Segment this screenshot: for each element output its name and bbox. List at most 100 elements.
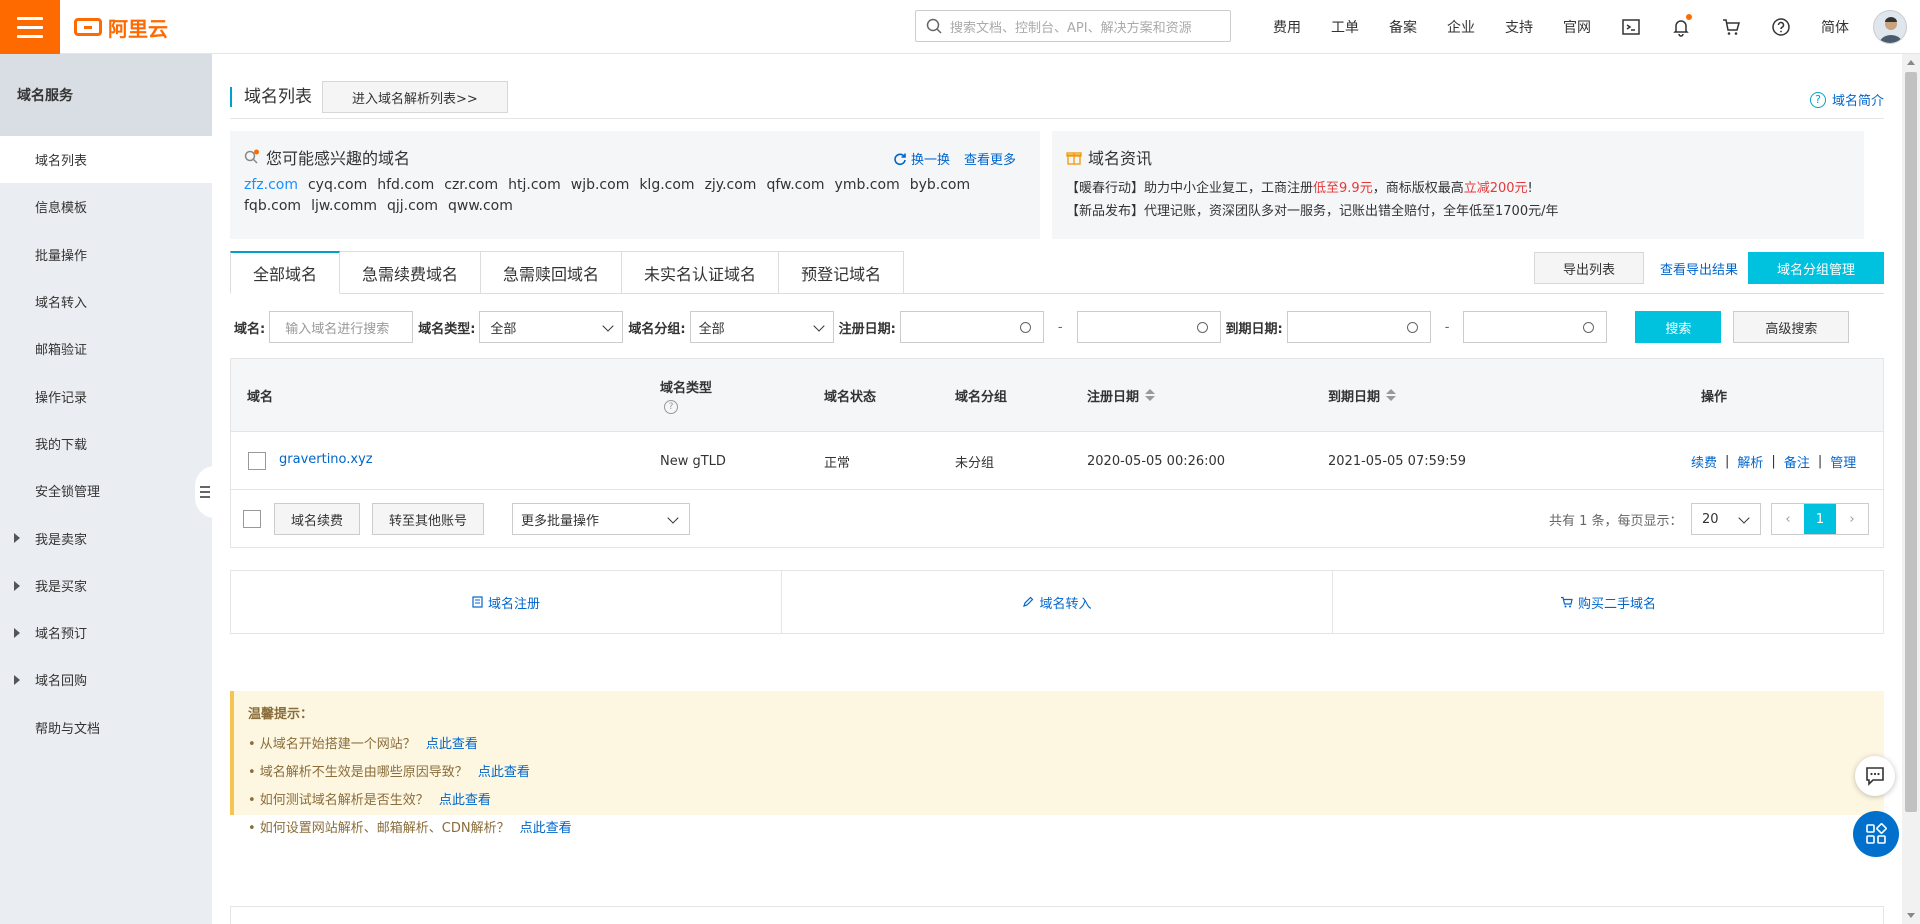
exp-date-start-input[interactable]: [1286, 311, 1431, 343]
exp-date-end-input[interactable]: [1463, 311, 1608, 343]
domain-link[interactable]: gravertino.xyz: [279, 452, 373, 467]
sidebar-item-buyback[interactable]: 域名回购: [0, 656, 212, 703]
sidebar-item-batch[interactable]: 批量操作: [0, 231, 212, 278]
sidebar-item-help-docs[interactable]: 帮助与文档: [0, 704, 212, 751]
chat-icon[interactable]: [1855, 756, 1895, 796]
transfer-account-button[interactable]: 转至其他账号: [372, 503, 485, 535]
reg-date-start-input[interactable]: [899, 311, 1044, 343]
bell-icon[interactable]: [1656, 0, 1706, 54]
sort-icon[interactable]: [1145, 389, 1156, 401]
tab-renew-urgent[interactable]: 急需续费域名: [340, 251, 482, 294]
apps-icon[interactable]: [1853, 811, 1899, 857]
sidebar-item-reserve[interactable]: 域名预订: [0, 609, 212, 656]
suggested-domain[interactable]: hfd.com: [377, 177, 434, 193]
suggested-domain[interactable]: ymb.com: [835, 177, 900, 193]
transfer-in-link[interactable]: 域名转入: [782, 571, 1333, 633]
domain-search-input[interactable]: 输入域名进行搜索: [269, 311, 414, 343]
goto-dns-list-button[interactable]: 进入域名解析列表>>: [322, 81, 508, 113]
suggested-domain[interactable]: zfz.com: [244, 177, 298, 193]
suggested-domain[interactable]: ljw.comm: [311, 198, 377, 214]
register-domain-link[interactable]: 域名注册: [231, 571, 782, 633]
buy-used-domain-link[interactable]: 购买二手域名: [1333, 571, 1883, 633]
page-scrollbar[interactable]: [1902, 54, 1920, 924]
page-button-current[interactable]: 1: [1804, 504, 1836, 534]
domain-group-select[interactable]: 全部: [689, 311, 834, 343]
remark-link[interactable]: 备注: [1784, 452, 1810, 471]
sidebar-item-downloads[interactable]: 我的下载: [0, 420, 212, 467]
sidebar-item-buyer[interactable]: 我是买家: [0, 562, 212, 609]
prev-page-button[interactable]: ‹: [1772, 504, 1804, 534]
suggested-domain[interactable]: fqb.com: [244, 198, 301, 214]
bottom-panel: [230, 906, 1884, 924]
terminal-icon[interactable]: [1606, 0, 1656, 54]
renew-link[interactable]: 续费: [1691, 452, 1717, 471]
domain-intro-link[interactable]: ? 域名简介: [1809, 90, 1884, 109]
col-exp-date[interactable]: 到期日期: [1328, 359, 1397, 431]
tab-redeem-urgent[interactable]: 急需赎回域名: [481, 251, 623, 294]
language-switch[interactable]: 简体: [1806, 17, 1864, 37]
search-button[interactable]: 搜索: [1635, 311, 1722, 343]
tab-unverified[interactable]: 未实名认证域名: [622, 251, 780, 294]
suggested-domain[interactable]: byb.com: [910, 177, 970, 193]
avatar[interactable]: [1873, 10, 1907, 44]
group-manage-button[interactable]: 域名分组管理: [1747, 252, 1884, 284]
help-icon[interactable]: [1756, 0, 1806, 54]
view-more-link[interactable]: 查看更多: [964, 149, 1016, 168]
sidebar-item-logs[interactable]: 操作记录: [0, 372, 212, 419]
news-item[interactable]: 【暖春行动】助力中小企业复工，工商注册低至9.9元，商标版权最高立减200元!: [1066, 177, 1850, 200]
sort-icon[interactable]: [1386, 389, 1397, 401]
suggested-domain[interactable]: qfw.com: [766, 177, 824, 193]
sidebar-item-security-lock[interactable]: 安全锁管理: [0, 467, 212, 514]
nav-support[interactable]: 支持: [1490, 17, 1548, 37]
col-reg-date[interactable]: 注册日期: [1087, 359, 1156, 431]
suggested-domain[interactable]: htj.com: [508, 177, 561, 193]
suggested-domain[interactable]: qjj.com: [387, 198, 438, 214]
export-list-button[interactable]: 导出列表: [1533, 252, 1644, 284]
cell-exp-date: 2021-05-05 07:59:59: [1328, 453, 1467, 469]
scroll-up-icon[interactable]: [1907, 60, 1915, 65]
refresh-button[interactable]: 换一换: [893, 149, 950, 168]
sidebar-item-templates[interactable]: 信息模板: [0, 183, 212, 230]
domain-type-select[interactable]: 全部: [479, 311, 624, 343]
nav-fees[interactable]: 费用: [1258, 17, 1316, 37]
batch-renew-button[interactable]: 域名续费: [274, 503, 361, 535]
tab-all-domains[interactable]: 全部域名: [230, 251, 341, 294]
menu-icon[interactable]: [0, 0, 60, 54]
sidebar-item-seller[interactable]: 我是卖家: [0, 514, 212, 561]
nav-enterprise[interactable]: 企业: [1432, 17, 1490, 37]
logo[interactable]: 阿里云: [74, 14, 168, 41]
suggested-domain[interactable]: qww.com: [448, 198, 513, 214]
sidebar-item-email-verify[interactable]: 邮箱验证: [0, 325, 212, 372]
nav-ticket[interactable]: 工单: [1316, 17, 1374, 37]
question-icon[interactable]: ?: [664, 399, 678, 414]
news-item[interactable]: 【新品发布】代理记账，资深团队多对一服务，记账出错全赔付，全年低至1700元/年: [1066, 200, 1850, 223]
row-checkbox[interactable]: [248, 452, 266, 470]
suggested-domain[interactable]: wjb.com: [571, 177, 630, 193]
nav-icp[interactable]: 备案: [1374, 17, 1432, 37]
manage-link[interactable]: 管理: [1830, 452, 1856, 471]
suggested-domain[interactable]: czr.com: [444, 177, 498, 193]
select-all-checkbox[interactable]: [243, 510, 261, 528]
suggested-domain[interactable]: klg.com: [639, 177, 694, 193]
view-export-results-link[interactable]: 查看导出结果: [1660, 259, 1738, 278]
scrollbar-thumb[interactable]: [1905, 72, 1917, 812]
tip-link[interactable]: 点此查看: [520, 817, 572, 836]
tip-link[interactable]: 点此查看: [478, 761, 530, 780]
dns-link[interactable]: 解析: [1737, 452, 1763, 471]
reg-date-end-input[interactable]: [1076, 311, 1221, 343]
next-page-button[interactable]: ›: [1836, 504, 1868, 534]
page-size-select[interactable]: 20: [1691, 503, 1761, 535]
tip-link[interactable]: 点此查看: [439, 789, 491, 808]
tab-preregistered[interactable]: 预登记域名: [779, 251, 905, 294]
nav-official[interactable]: 官网: [1548, 17, 1606, 37]
suggested-domain[interactable]: zjy.com: [705, 177, 757, 193]
sidebar-item-domain-list[interactable]: 域名列表: [0, 136, 212, 184]
batch-actions-select[interactable]: 更多批量操作: [512, 503, 690, 535]
sidebar-item-transfer-in[interactable]: 域名转入: [0, 278, 212, 325]
global-search-input[interactable]: 搜索文档、控制台、API、解决方案和资源: [915, 10, 1231, 42]
scroll-down-icon[interactable]: [1907, 913, 1915, 918]
tip-link[interactable]: 点此查看: [426, 733, 478, 752]
suggested-domain[interactable]: cyq.com: [308, 177, 367, 193]
advanced-search-button[interactable]: 高级搜索: [1733, 311, 1850, 343]
cart-icon[interactable]: [1706, 0, 1756, 54]
